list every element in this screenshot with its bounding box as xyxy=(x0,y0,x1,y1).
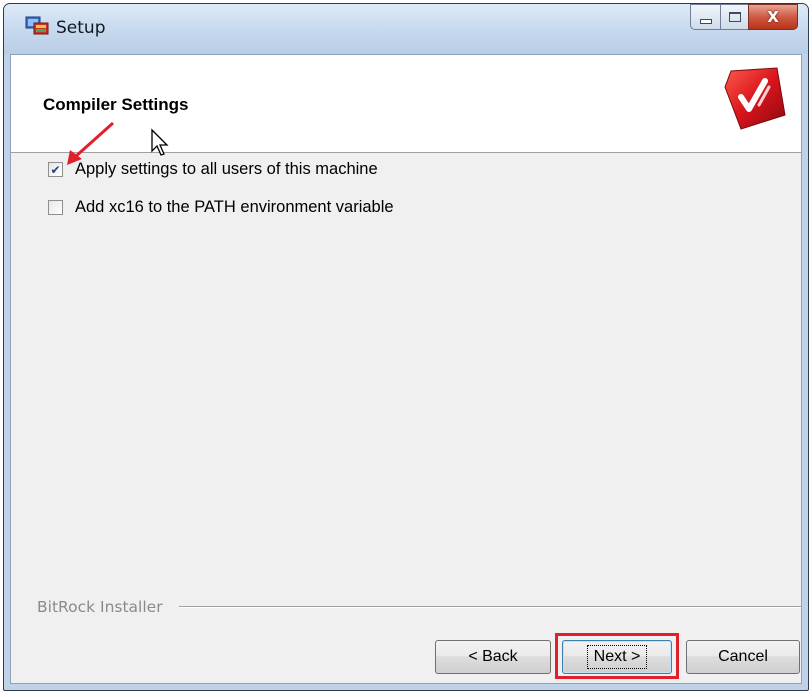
mouse-pointer-icon xyxy=(151,128,169,156)
add-to-path-checkbox[interactable] xyxy=(48,200,63,215)
maximize-icon xyxy=(728,12,741,22)
next-button-label: Next > xyxy=(586,645,648,669)
option-add-to-path[interactable]: Add xc16 to the PATH environment variabl… xyxy=(48,198,394,217)
installer-brand: BitRock Installer xyxy=(37,598,163,616)
close-icon: X xyxy=(767,8,779,26)
caption-buttons: X xyxy=(690,4,798,32)
window-title: Setup xyxy=(56,18,106,38)
maximize-button[interactable] xyxy=(720,4,748,30)
header-panel: Compiler Settings xyxy=(11,55,801,153)
add-to-path-label: Add xc16 to the PATH environment variabl… xyxy=(75,198,394,216)
setup-installer-icon xyxy=(25,16,49,35)
next-button[interactable]: Next > xyxy=(562,640,672,674)
cancel-button[interactable]: Cancel xyxy=(686,640,800,674)
minimize-button[interactable] xyxy=(690,4,720,30)
minimize-icon xyxy=(699,18,712,24)
setup-window: Setup X Compiler Settings ✔ Apply settin… xyxy=(3,3,809,691)
page-title: Compiler Settings xyxy=(43,95,189,114)
red-logo-icon xyxy=(724,67,786,130)
footer-divider xyxy=(179,606,801,608)
red-arrow-annotation xyxy=(67,121,115,165)
title-bar[interactable]: Setup X xyxy=(4,4,808,54)
dialog-client-area: Compiler Settings ✔ Apply settings to al… xyxy=(10,54,802,684)
back-button[interactable]: < Back xyxy=(435,640,551,674)
close-button[interactable]: X xyxy=(748,4,798,30)
